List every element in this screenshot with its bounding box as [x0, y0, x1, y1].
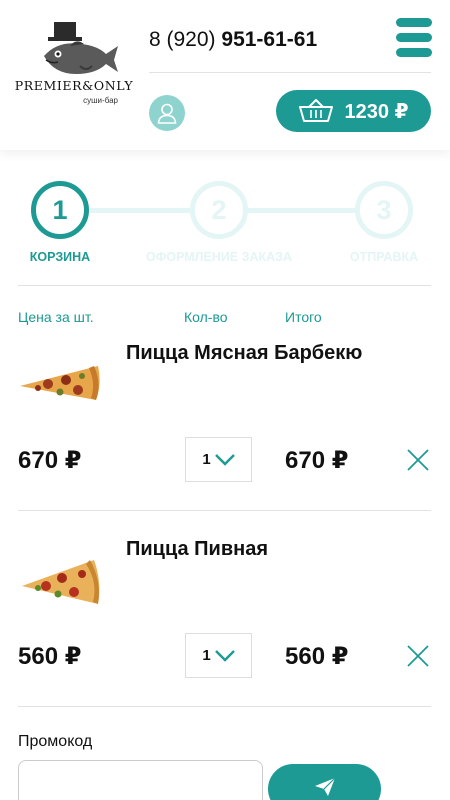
column-total-header: Итого: [285, 309, 322, 325]
item-price: 670 ₽: [18, 447, 82, 474]
quantity-select[interactable]: 1: [185, 437, 252, 482]
cart-item: Пицца Мясная Барбекю 670 ₽ 1 670 ₽: [0, 342, 450, 522]
step-2-label: ОФОРМЛЕНИЕ ЗАКАЗА: [145, 250, 292, 264]
brand-title: PREMIER&ONLY: [14, 78, 134, 93]
pizza-slice-image: [20, 366, 100, 400]
header-divider: [149, 72, 431, 73]
pizza-slice-image: [22, 560, 100, 604]
phone-prefix: 8 (920): [149, 28, 216, 51]
phone-number[interactable]: 8 (920) 951-61-61: [149, 28, 317, 52]
step-3-label: ОТПРАВКА: [349, 250, 419, 264]
divider: [18, 510, 431, 511]
item-name[interactable]: Пицца Мясная Барбекю: [126, 342, 362, 365]
step-connector: [248, 208, 358, 213]
brand-subtitle: суши-бар: [83, 96, 118, 105]
item-name[interactable]: Пицца Пивная: [126, 538, 268, 561]
basket-icon: [298, 99, 333, 122]
promo-label: Промокод: [18, 733, 93, 750]
close-icon[interactable]: [406, 448, 430, 472]
logo[interactable]: PREMIER&ONLY суши-бар: [12, 22, 136, 112]
fish-in-top-hat-icon: [44, 22, 118, 74]
quantity-select[interactable]: 1: [185, 633, 252, 678]
cart-button[interactable]: 1230 ₽: [276, 90, 431, 132]
close-icon[interactable]: [406, 644, 430, 668]
item-total: 670 ₽: [285, 447, 349, 474]
menu-button[interactable]: [396, 18, 432, 58]
item-price: 560 ₽: [18, 643, 82, 670]
cart-total: 1230 ₽: [344, 100, 409, 123]
hamburger-menu-icon: [396, 18, 432, 27]
quantity-value: 1: [202, 647, 211, 664]
divider: [18, 706, 431, 707]
step-3-circle[interactable]: 3: [355, 181, 413, 239]
checkout-steps: 1 2 3 КОРЗИНА ОФОРМЛЕНИЕ ЗАКАЗА ОТПРАВКА: [0, 178, 450, 278]
user-icon: [157, 103, 177, 124]
step-2-circle[interactable]: 2: [190, 181, 248, 239]
chevron-down-icon: [214, 649, 235, 662]
chevron-down-icon: [214, 453, 235, 466]
item-total: 560 ₽: [285, 643, 349, 670]
column-price-header: Цена за шт.: [18, 309, 94, 325]
promo-submit-button[interactable]: [268, 764, 381, 800]
step-1-label: КОРЗИНА: [29, 250, 91, 264]
paper-plane-icon: [314, 777, 335, 796]
header: PREMIER&ONLY суши-бар 8 (920) 951-61-61 …: [0, 0, 450, 150]
phone-main: 951-61-61: [221, 28, 318, 51]
column-qty-header: Кол-во: [184, 309, 228, 325]
step-connector: [90, 208, 190, 213]
step-1-circle[interactable]: 1: [31, 181, 89, 239]
divider: [18, 285, 431, 286]
cart-item: Пицца Пивная 560 ₽ 1 560 ₽: [0, 538, 450, 718]
user-button[interactable]: [149, 95, 185, 131]
quantity-value: 1: [202, 451, 211, 468]
promo-code-input[interactable]: [18, 760, 263, 800]
